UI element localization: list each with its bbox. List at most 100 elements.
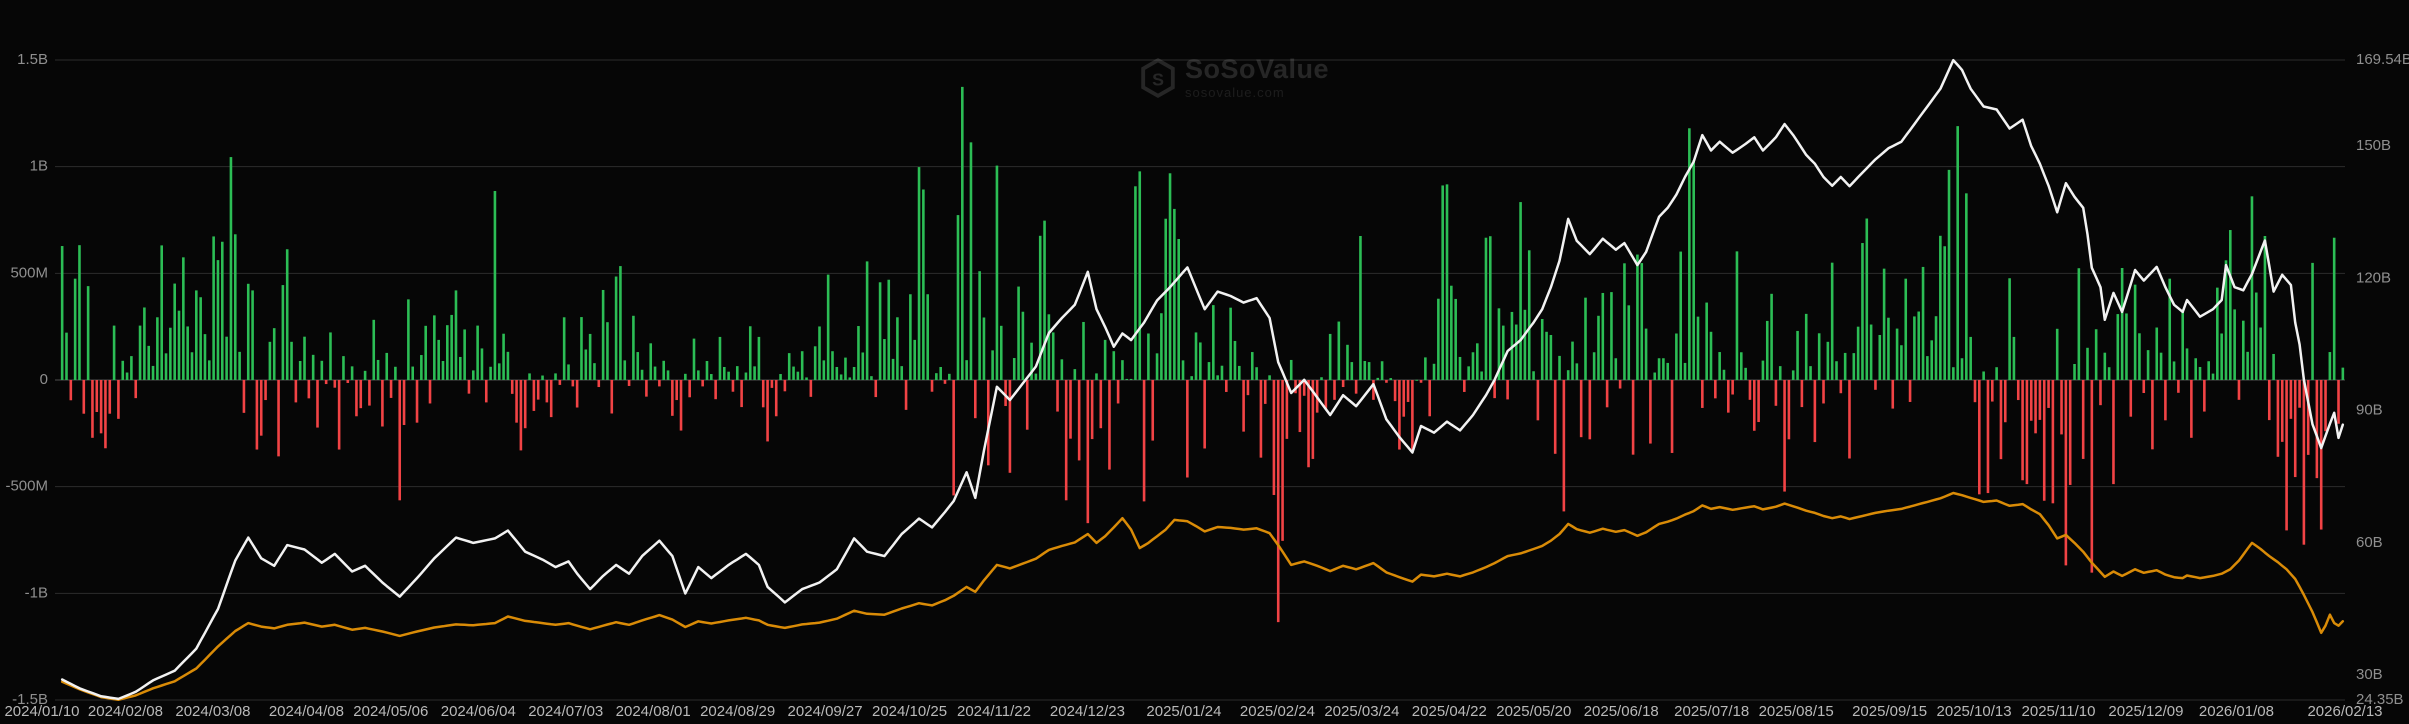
flow-bar[interactable] [813,346,817,380]
flow-bar[interactable] [740,380,743,408]
flow-bar[interactable] [156,317,159,380]
flow-bar[interactable] [476,325,479,380]
flow-bar[interactable] [1523,309,1527,380]
flow-bar[interactable] [1207,362,1211,380]
flow-bar[interactable] [2190,380,2193,438]
flow-bar[interactable] [208,360,211,380]
flow-bar[interactable] [1121,360,1124,380]
flow-bar[interactable] [805,377,808,380]
flow-bar[interactable] [493,190,497,380]
flow-bar[interactable] [1341,380,1345,388]
flow-bar[interactable] [1536,380,1540,421]
flow-bar[interactable] [112,325,116,380]
flow-bar[interactable] [852,366,856,380]
flow-bar[interactable] [1225,380,1228,392]
flow-bar[interactable] [2003,380,2007,423]
flow-bar[interactable] [407,299,410,380]
flow-bar[interactable] [645,380,648,397]
flow-bar[interactable] [324,380,328,385]
flow-bar[interactable] [1640,263,1644,380]
flow-bar[interactable] [666,370,670,380]
flow-bar[interactable] [259,380,263,436]
etf-flow-chart[interactable]: 1.5B1B500M0-500M-1B-1.5B169.54B150B120B9… [0,0,2409,724]
flow-bar[interactable] [2250,196,2254,380]
flow-bar[interactable] [1389,378,1393,380]
flow-bar[interactable] [2077,268,2081,380]
flow-bar[interactable] [1895,328,1899,380]
flow-bar[interactable] [1367,362,1371,380]
flow-bar[interactable] [632,315,635,380]
flow-bar[interactable] [1177,238,1180,380]
flow-bar[interactable] [904,380,908,410]
flow-bar[interactable] [662,360,666,380]
flow-bar[interactable] [2177,380,2180,393]
flow-bar[interactable] [1852,353,1856,380]
flow-bar[interactable] [774,380,778,417]
flow-bar[interactable] [2064,380,2068,566]
flow-bar[interactable] [82,380,86,414]
flow-bar[interactable] [1627,305,1631,380]
flow-bar[interactable] [1268,375,1271,380]
flow-bar[interactable] [1237,365,1241,380]
flow-bar[interactable] [2021,380,2024,481]
flow-bar[interactable] [2159,352,2163,380]
flow-bar[interactable] [2315,380,2319,479]
flow-bar[interactable] [1765,320,1769,380]
flow-bar[interactable] [385,352,389,380]
flow-bar[interactable] [922,189,925,380]
flow-bar[interactable] [164,353,168,380]
flow-bar[interactable] [1151,380,1155,441]
flow-bar[interactable] [588,333,592,380]
flow-bar[interactable] [2125,313,2128,380]
flow-bar[interactable] [2280,380,2284,442]
flow-bar[interactable] [2029,380,2033,421]
flow-bar[interactable] [1220,365,1224,380]
flow-bar[interactable] [359,380,363,409]
flow-bar[interactable] [818,326,821,380]
flow-bar[interactable] [497,363,501,380]
flow-bar[interactable] [86,286,90,380]
flow-bar[interactable] [1662,358,1665,380]
flow-bar[interactable] [108,380,112,414]
flow-bar[interactable] [1437,298,1440,380]
flow-bar[interactable] [1913,316,1916,380]
flow-bar[interactable] [770,380,774,388]
flow-bar[interactable] [1281,380,1284,541]
flow-bar[interactable] [1679,251,1683,380]
flow-bar[interactable] [441,361,445,380]
flow-bar[interactable] [2164,380,2167,421]
flow-bar[interactable] [246,283,250,380]
flow-bar[interactable] [2324,380,2327,432]
flow-bar[interactable] [935,373,938,380]
flow-bar[interactable] [1601,292,1605,380]
flow-bar[interactable] [428,380,432,404]
flow-bar[interactable] [1263,380,1267,404]
flow-bar[interactable] [961,86,964,380]
flow-bar[interactable] [2081,380,2085,459]
flow-bar[interactable] [619,266,622,380]
flow-bar[interactable] [186,326,189,380]
flow-bar[interactable] [484,380,488,403]
flow-bar[interactable] [1194,332,1198,380]
flow-bar[interactable] [1705,302,1708,380]
flow-bar[interactable] [528,373,531,380]
flow-bar[interactable] [1956,126,1959,380]
flow-bar[interactable] [433,315,436,380]
flow-bar[interactable] [658,380,661,387]
flow-bar[interactable] [844,357,847,380]
flow-bar[interactable] [134,380,138,399]
flow-bar[interactable] [91,380,94,438]
flow-bar[interactable] [1480,371,1483,380]
flow-bar[interactable] [926,294,929,380]
flow-bar[interactable] [394,366,397,380]
flow-bar[interactable] [2259,327,2262,380]
flow-bar[interactable] [1592,352,1596,380]
flow-bar[interactable] [1761,360,1765,380]
flow-bar[interactable] [1947,169,1951,380]
flow-bar[interactable] [636,352,640,380]
flow-bar[interactable] [1125,378,1129,380]
flow-bar[interactable] [675,380,678,401]
flow-bar[interactable] [251,290,254,380]
flow-bar[interactable] [575,380,579,408]
flow-bar[interactable] [1752,380,1756,431]
